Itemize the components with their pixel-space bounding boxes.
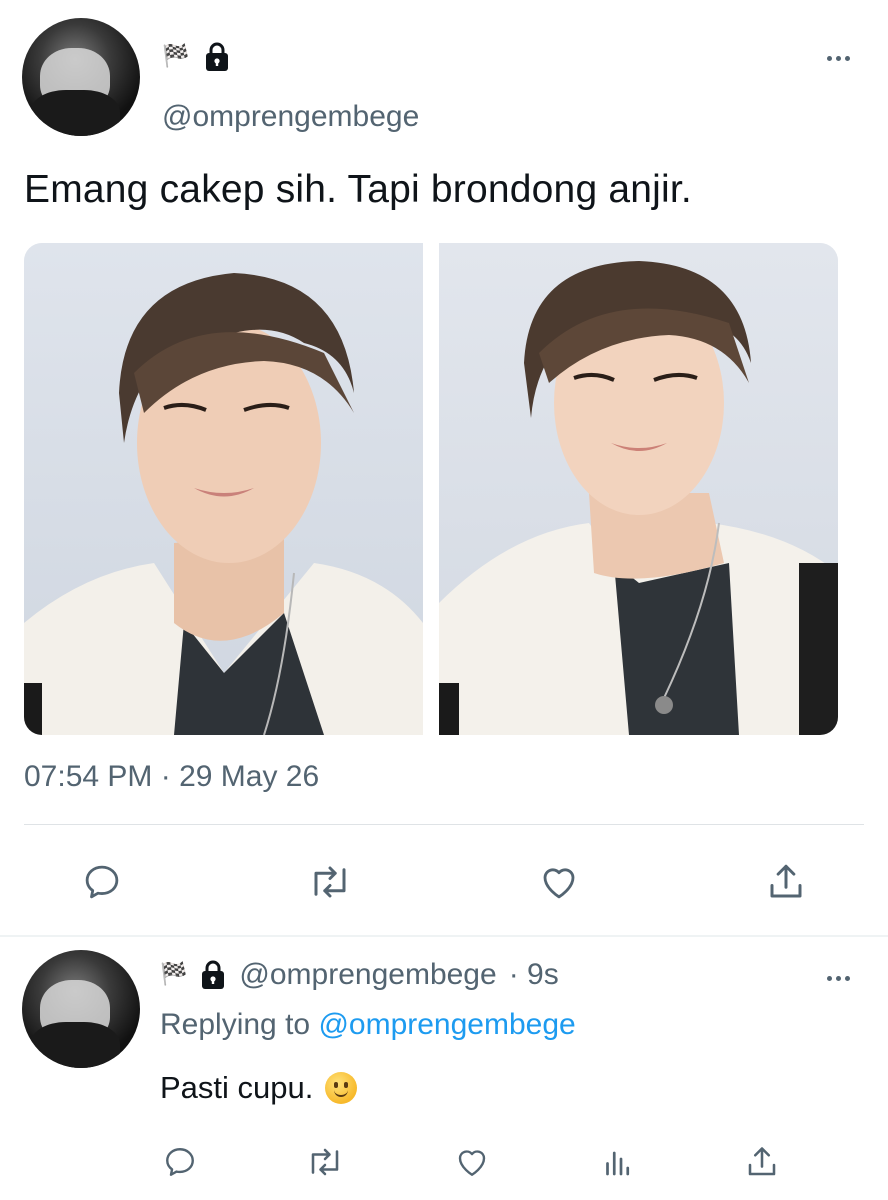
reply-text-content: Pasti cupu. [160,1070,314,1105]
reply-author-avatar[interactable] [22,950,140,1068]
author-avatar[interactable] [22,18,140,136]
tweet-photo-left[interactable] [24,243,423,735]
tweet-timestamp[interactable]: 07:54 PM · 29 May 26 [24,760,319,794]
replying-to-handle-link[interactable]: @omprengembege [318,1008,575,1041]
share-icon[interactable] [762,858,810,906]
checkered-flag-icon: 🏁 [162,44,190,69]
reply-more-options-icon[interactable] [820,968,856,988]
replying-to-line: Replying to @omprengembege [160,1008,576,1042]
timestamp-divider [24,824,864,825]
author-name-row[interactable]: 🏁 [162,42,231,72]
reply-header: 🏁 @omprengembege · 9s [160,958,559,992]
reply-time[interactable]: · 9s [509,958,559,992]
reply-text: Pasti cupu. [160,1070,358,1106]
tweet-photo-right[interactable] [439,243,838,735]
lock-icon [203,42,231,72]
tweet-text: Emang cakep sih. Tapi brondong anjir. [24,168,692,211]
photo-left-illustration [24,243,423,735]
retweet-icon[interactable] [304,858,356,906]
section-divider [0,935,888,937]
author-handle[interactable]: @omprengembege [162,100,419,134]
lock-icon [199,960,227,990]
reply-icon[interactable] [78,858,126,906]
checkered-flag-icon: 🏁 [160,962,188,987]
reply-action-like-icon[interactable] [452,1142,492,1182]
reply-action-analytics-icon[interactable] [598,1142,638,1182]
reply-action-reply-icon[interactable] [160,1142,200,1182]
replying-to-label: Replying to [160,1008,311,1041]
like-icon[interactable] [535,858,583,906]
slightly-smiling-face-icon [325,1072,358,1104]
photo-right-illustration [439,243,838,735]
reply-action-share-icon[interactable] [742,1142,782,1182]
more-options-icon[interactable] [820,48,856,68]
reply-author-handle[interactable]: @omprengembege [239,958,496,992]
reply-action-retweet-icon[interactable] [303,1142,347,1182]
